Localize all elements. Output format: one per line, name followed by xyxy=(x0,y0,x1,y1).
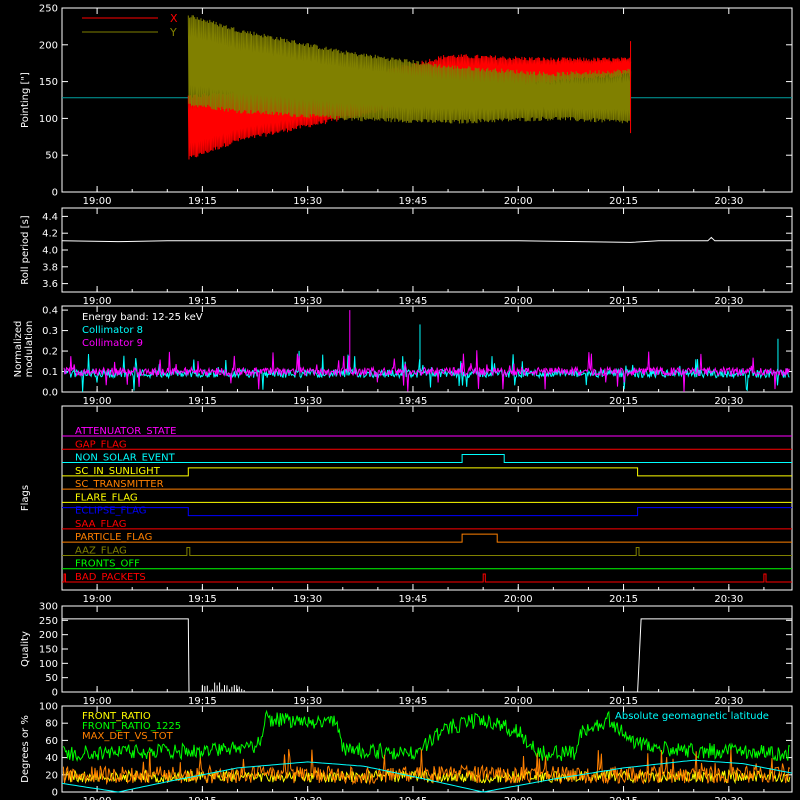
quality-xtick-label-2: 19:30 xyxy=(293,696,322,707)
legend-label-collimator-8: Collimator 8 xyxy=(82,325,143,336)
modulation-xtick-label-3: 19:45 xyxy=(399,396,428,407)
modulation-ylabel: Normalized xyxy=(13,321,24,378)
flags-xtick-label-1: 19:15 xyxy=(188,594,217,605)
ratios-ytick-label-2: 40 xyxy=(45,753,58,764)
roll-xtick-label-5: 20:15 xyxy=(609,296,638,307)
roll-xtick-label-6: 20:30 xyxy=(714,296,743,307)
pointing-xtick-label-3: 19:45 xyxy=(399,196,428,207)
ratios-ytick-label-4: 80 xyxy=(45,719,58,730)
pointing-xtick-label-2: 19:30 xyxy=(293,196,322,207)
flag-label-saa: SAA_FLAG xyxy=(75,519,126,530)
stix-quicklook-figure: 19:00 19:15 19:30 19:45 20:00 20:15 20:30 0 50 10… xyxy=(0,0,800,800)
modulation-ytick-label-2: 0.2 xyxy=(42,347,58,358)
pointing-xtick-label-0: 19:00 xyxy=(83,196,112,207)
ratios-xtick-label-1: 19:15 xyxy=(188,796,217,800)
pointing-xtick-label-1: 19:15 xyxy=(188,196,217,207)
flags-xtick-label-4: 20:00 xyxy=(504,594,533,605)
quality-ytick-label-3: 150 xyxy=(39,645,58,656)
pointing-xtick-label-4: 20:00 xyxy=(504,196,533,207)
pointing-ytick-label-1: 50 xyxy=(45,151,58,162)
energy-band-label: Energy band: 12-25 keV xyxy=(82,312,203,323)
quality-xtick-label-1: 19:15 xyxy=(188,696,217,707)
ratios-xtick-label-6: 20:30 xyxy=(714,796,743,800)
modulation-xtick-label-4: 20:00 xyxy=(504,396,533,407)
roll-xtick-label-1: 19:15 xyxy=(188,296,217,307)
modulation-xtick-label-0: 19:00 xyxy=(83,396,112,407)
latitude-annotation: Absolute geomagnetic latitude xyxy=(615,711,769,722)
pointing-ytick-label-4: 200 xyxy=(39,40,58,51)
quality-xtick-label-3: 19:45 xyxy=(399,696,428,707)
flag-label-sunlight: SC_IN_SUNLIGHT xyxy=(75,466,161,477)
quality-ytick-label-4: 200 xyxy=(39,630,58,641)
flag-label-nonsolar: NON_SOLAR_EVENT xyxy=(75,453,176,464)
modulation-xtick-label-5: 20:15 xyxy=(609,396,638,407)
ratios-ytick-label-5: 100 xyxy=(39,702,58,713)
roll-xtick-label-3: 19:45 xyxy=(399,296,428,307)
legend-label-max-det-vs-tot: MAX_DET_VS_TOT xyxy=(82,731,174,742)
quality-ytick-label-2: 100 xyxy=(39,659,58,670)
modulation-xtick-label-2: 19:30 xyxy=(293,396,322,407)
quality-xtick-label-4: 20:00 xyxy=(504,696,533,707)
legend-label-y: Y xyxy=(169,26,177,39)
roll-ytick-label-4: 4.4 xyxy=(42,212,58,223)
roll-xtick-label-4: 20:00 xyxy=(504,296,533,307)
quality-ytick-label-5: 250 xyxy=(39,616,58,627)
modulation-ytick-label-4: 0.4 xyxy=(42,306,58,317)
pointing-ytick-label-2: 100 xyxy=(39,114,58,125)
modulation-ylabel: modulation xyxy=(24,321,35,378)
ratios-xtick-label-4: 20:00 xyxy=(504,796,533,800)
roll-ytick-label-0: 3.6 xyxy=(42,279,58,290)
ratios-ytick-label-0: 0 xyxy=(52,788,58,799)
roll-xtick-label-2: 19:30 xyxy=(293,296,322,307)
ratios-xtick-label-3: 19:45 xyxy=(399,796,428,800)
flags-xtick-label-2: 19:30 xyxy=(293,594,322,605)
roll-ytick-label-3: 4.2 xyxy=(42,229,58,240)
modulation-ytick-label-0: 0.0 xyxy=(42,388,58,399)
quality-ylabel: Quality xyxy=(20,631,31,667)
quality-xtick-label-5: 20:15 xyxy=(609,696,638,707)
quality-xtick-label-6: 20:30 xyxy=(714,696,743,707)
quality-ytick-label-1: 50 xyxy=(45,673,58,684)
ratios-xtick-label-2: 19:30 xyxy=(293,796,322,800)
pointing-ytick-label-5: 250 xyxy=(39,4,58,15)
flags-xtick-label-6: 20:30 xyxy=(714,594,743,605)
ratios-ytick-label-1: 20 xyxy=(45,770,58,781)
modulation-ytick-label-1: 0.1 xyxy=(42,367,58,378)
pointing-ylabel: Pointing ["] xyxy=(20,72,31,128)
roll-ytick-label-1: 3.8 xyxy=(42,262,58,273)
pointing-xtick-label-6: 20:30 xyxy=(714,196,743,207)
flag-label-flare: FLARE_FLAG xyxy=(75,492,138,503)
ratios-ytick-label-3: 60 xyxy=(45,736,58,747)
flag-label-eclipse: ECLIPSE_FLAG xyxy=(75,506,146,517)
ratios-xtick-label-0: 19:00 xyxy=(83,796,112,800)
quality-xtick-label-0: 19:00 xyxy=(83,696,112,707)
pointing-ytick-label-0: 0 xyxy=(52,188,58,199)
flag-label-attenuator: ATTENUATOR_STATE xyxy=(75,426,176,437)
flag-label-transmitter: SC_TRANSMITTER xyxy=(75,479,164,490)
flag-label-fronts: FRONTS_OFF xyxy=(75,559,140,570)
flag-label-bad: BAD_PACKETS xyxy=(75,572,146,583)
quality-ytick-label-6: 300 xyxy=(39,602,58,613)
modulation-xtick-label-1: 19:15 xyxy=(188,396,217,407)
flags-xtick-label-0: 19:00 xyxy=(83,594,112,605)
flag-label-aaz: AAZ_FLAG xyxy=(75,545,127,556)
legend-label-collimator-9: Collimator 9 xyxy=(82,338,143,349)
flag-label-particle: PARTICLE_FLAG xyxy=(75,532,152,543)
quality-ytick-label-0: 0 xyxy=(52,688,58,699)
flags-xtick-label-3: 19:45 xyxy=(399,594,428,605)
flags-ylabel: Flags xyxy=(20,485,31,511)
ratios-xtick-label-5: 20:15 xyxy=(609,796,638,800)
roll-xtick-label-0: 19:00 xyxy=(83,296,112,307)
modulation-ytick-label-3: 0.3 xyxy=(42,326,58,337)
ratios-ylabel: Degrees or % xyxy=(20,715,31,783)
modulation-xtick-label-6: 20:30 xyxy=(714,396,743,407)
roll-ytick-label-2: 4.0 xyxy=(42,246,58,257)
roll-ylabel: Roll period [s] xyxy=(20,215,31,284)
flag-label-gap: GAP_FLAG xyxy=(75,439,127,450)
pointing-ytick-label-3: 150 xyxy=(39,77,58,88)
pointing-xtick-label-5: 20:15 xyxy=(609,196,638,207)
legend-label-x: X xyxy=(170,12,178,25)
flags-xtick-label-5: 20:15 xyxy=(609,594,638,605)
